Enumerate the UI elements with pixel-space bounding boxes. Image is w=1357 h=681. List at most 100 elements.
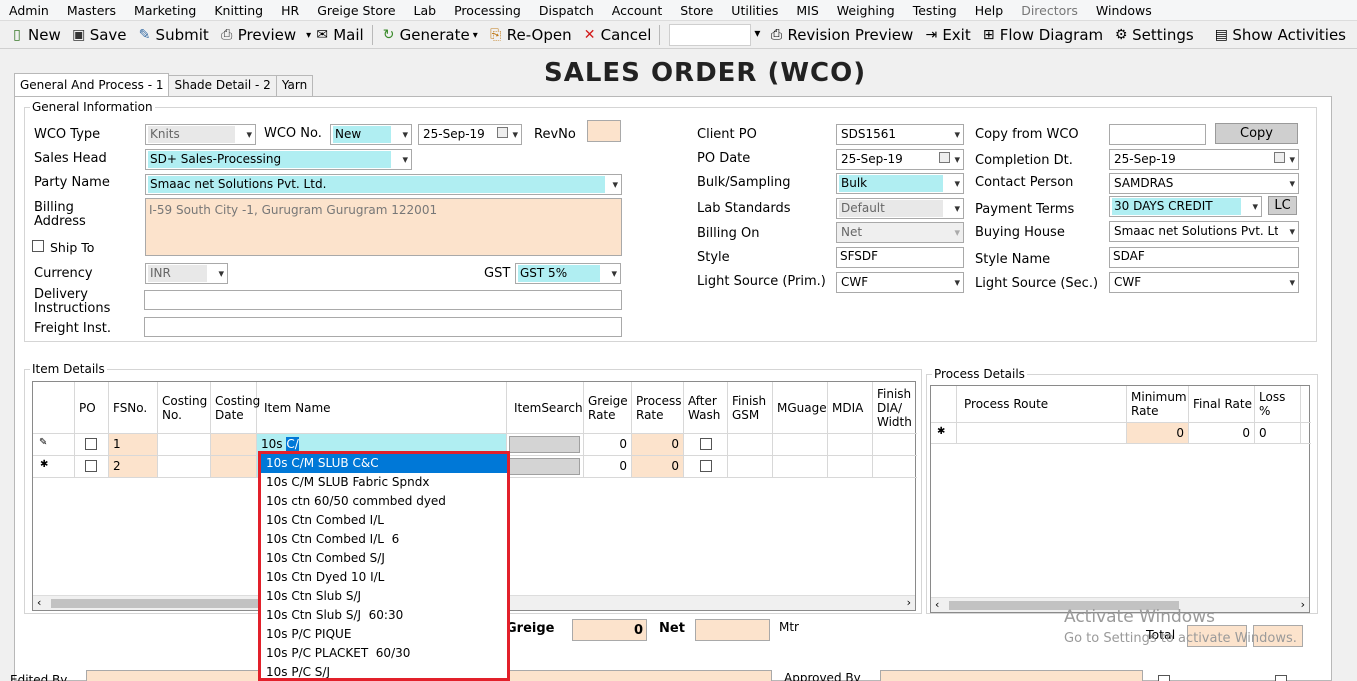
process-details-grid[interactable]: Process Route Minimum Rate Final Rate Lo…: [930, 385, 1311, 613]
footer-checkbox-1[interactable]: [1158, 675, 1170, 681]
process-route-cell[interactable]: [957, 423, 1127, 444]
loss-cell[interactable]: 0: [1255, 423, 1301, 444]
cancel-button[interactable]: ✕ Cancel: [577, 26, 657, 44]
flow-diagram-button[interactable]: ⊞ Flow Diagram: [976, 26, 1108, 44]
revno-field[interactable]: [587, 120, 621, 142]
toolbar-combo[interactable]: [669, 24, 760, 46]
scroll-right-icon[interactable]: ›: [1301, 598, 1305, 611]
mail-button[interactable]: ▾ ✉ Mail: [301, 26, 369, 44]
tab-yarn[interactable]: Yarn: [275, 75, 314, 96]
costing-date-cell[interactable]: [211, 456, 257, 478]
column-header-costing-no[interactable]: Costing No.: [158, 382, 211, 434]
column-header-after-wash[interactable]: After Wash: [684, 382, 728, 434]
billing-on-select[interactable]: Net ▾: [836, 222, 964, 243]
menu-masters[interactable]: Masters: [58, 3, 125, 18]
wco-date-picker[interactable]: 25-Sep-19 ▾: [418, 124, 522, 145]
item-search-cell[interactable]: [507, 456, 584, 478]
scroll-right-icon[interactable]: ›: [907, 596, 911, 609]
generate-button[interactable]: ↻ Generate ▾: [376, 26, 483, 44]
menu-weighing[interactable]: Weighing: [828, 3, 904, 18]
menu-store[interactable]: Store: [671, 3, 722, 18]
after-wash-checkbox[interactable]: [700, 460, 712, 472]
menu-help[interactable]: Help: [966, 3, 1013, 18]
column-header-item-search[interactable]: ItemSearch: [507, 382, 584, 434]
after-wash-cell[interactable]: [684, 434, 728, 456]
autocomplete-option[interactable]: 10s P/C PLACKET 60/30: [261, 644, 507, 663]
bulk-sampling-select[interactable]: Bulk ▾: [836, 173, 964, 194]
client-po-select[interactable]: SDS1561 ▾: [836, 124, 964, 145]
column-header-fsno[interactable]: FSNo.: [109, 382, 158, 434]
column-header-loss[interactable]: Loss %: [1255, 386, 1301, 423]
lab-standards-select[interactable]: Default ▾: [836, 198, 964, 219]
po-cell[interactable]: [75, 434, 109, 456]
buying-house-select[interactable]: Smaac net Solutions Pvt. Ltd. ▾: [1109, 221, 1299, 242]
finish-dia-cell[interactable]: [873, 456, 917, 478]
column-header-minimum-rate[interactable]: Minimum Rate: [1127, 386, 1189, 423]
lc-button[interactable]: LC: [1268, 196, 1297, 215]
scroll-left-icon[interactable]: ‹: [37, 596, 41, 609]
show-activities-button[interactable]: ▤ Show Activities: [1208, 26, 1351, 44]
fsno-cell[interactable]: 1: [109, 434, 158, 456]
finish-dia-cell[interactable]: [873, 434, 917, 456]
mguage-cell[interactable]: [773, 434, 828, 456]
po-date-picker[interactable]: 25-Sep-19 ▾: [836, 149, 964, 170]
billing-address-field[interactable]: I-59 South City -1, Gurugram Gurugram 12…: [145, 198, 622, 256]
approved-by-field[interactable]: [880, 670, 1143, 681]
column-header-finish-gsm[interactable]: Finish GSM: [728, 382, 773, 434]
style-field[interactable]: SFSDF: [836, 247, 964, 268]
process-rate-cell[interactable]: 0: [632, 456, 684, 478]
process-rate-cell[interactable]: 0: [632, 434, 684, 456]
contact-person-select[interactable]: SAMDRAS ▾: [1109, 173, 1299, 194]
light-source-sec-select[interactable]: CWF ▾: [1109, 272, 1299, 293]
menu-mis[interactable]: MIS: [787, 3, 827, 18]
column-header-final-rate[interactable]: Final Rate: [1189, 386, 1255, 423]
autocomplete-option[interactable]: 10s P/C PIQUE: [261, 625, 507, 644]
after-wash-checkbox[interactable]: [700, 438, 712, 450]
autocomplete-option[interactable]: 10s Ctn Combed S/J: [261, 549, 507, 568]
menu-windows[interactable]: Windows: [1087, 3, 1161, 18]
finish-gsm-cell[interactable]: [728, 456, 773, 478]
wco-no-select[interactable]: New ▾: [330, 124, 412, 145]
final-rate-cell[interactable]: 0: [1189, 423, 1255, 444]
menu-lab[interactable]: Lab: [405, 3, 446, 18]
minimum-rate-cell[interactable]: 0: [1127, 423, 1189, 444]
fsno-cell[interactable]: 2: [109, 456, 158, 478]
reopen-button[interactable]: ⎘ Re-Open: [483, 26, 577, 44]
column-header-process-route[interactable]: Process Route: [957, 386, 1127, 423]
column-header-greige-rate[interactable]: Greige Rate: [584, 382, 632, 434]
new-button[interactable]: ▯ New: [4, 26, 66, 44]
menu-dispatch[interactable]: Dispatch: [530, 3, 603, 18]
menu-utilities[interactable]: Utilities: [722, 3, 787, 18]
item-search-cell[interactable]: [507, 434, 584, 456]
autocomplete-option[interactable]: 10s Ctn Dyed 10 I/L: [261, 568, 507, 587]
menu-greige-store[interactable]: Greige Store: [308, 3, 404, 18]
payment-terms-select[interactable]: 30 DAYS CREDIT ▾: [1109, 196, 1262, 217]
column-header-mdia[interactable]: MDIA: [828, 382, 873, 434]
freight-inst-field[interactable]: [144, 317, 622, 337]
item-name-autocomplete-list[interactable]: 10s C/M SLUB C&C 10s C/M SLUB Fabric Spn…: [258, 451, 510, 681]
net-total-field[interactable]: [695, 619, 770, 641]
ship-to-checkbox[interactable]: [32, 240, 44, 252]
sales-head-select[interactable]: SD+ Sales-Processing ▾: [145, 149, 412, 170]
exit-button[interactable]: ⇥ Exit: [918, 26, 975, 44]
currency-select[interactable]: INR ▾: [145, 263, 228, 284]
greige-rate-cell[interactable]: 0: [584, 434, 632, 456]
more-cell[interactable]: [1301, 423, 1311, 444]
revision-preview-button[interactable]: ⎙ Revision Preview: [763, 26, 918, 44]
tab-shade-detail[interactable]: Shade Detail - 2: [168, 75, 277, 96]
costing-date-cell[interactable]: [211, 434, 257, 456]
menu-hr[interactable]: HR: [272, 3, 308, 18]
copy-button[interactable]: Copy: [1215, 123, 1298, 144]
autocomplete-option[interactable]: 10s Ctn Combed I/L: [261, 511, 507, 530]
completion-date-picker[interactable]: 25-Sep-19 ▾: [1109, 149, 1299, 170]
menu-testing[interactable]: Testing: [904, 3, 966, 18]
autocomplete-option[interactable]: 10s P/C S/J: [261, 663, 507, 678]
menu-account[interactable]: Account: [603, 3, 671, 18]
column-header-po[interactable]: PO: [75, 382, 109, 434]
mguage-cell[interactable]: [773, 456, 828, 478]
po-checkbox[interactable]: [85, 460, 97, 472]
settings-button[interactable]: ⚙ Settings: [1108, 26, 1199, 44]
autocomplete-option[interactable]: 10s C/M SLUB Fabric Spndx: [261, 473, 507, 492]
autocomplete-option[interactable]: 10s Ctn Combed I/L 6: [261, 530, 507, 549]
menu-marketing[interactable]: Marketing: [125, 3, 205, 18]
